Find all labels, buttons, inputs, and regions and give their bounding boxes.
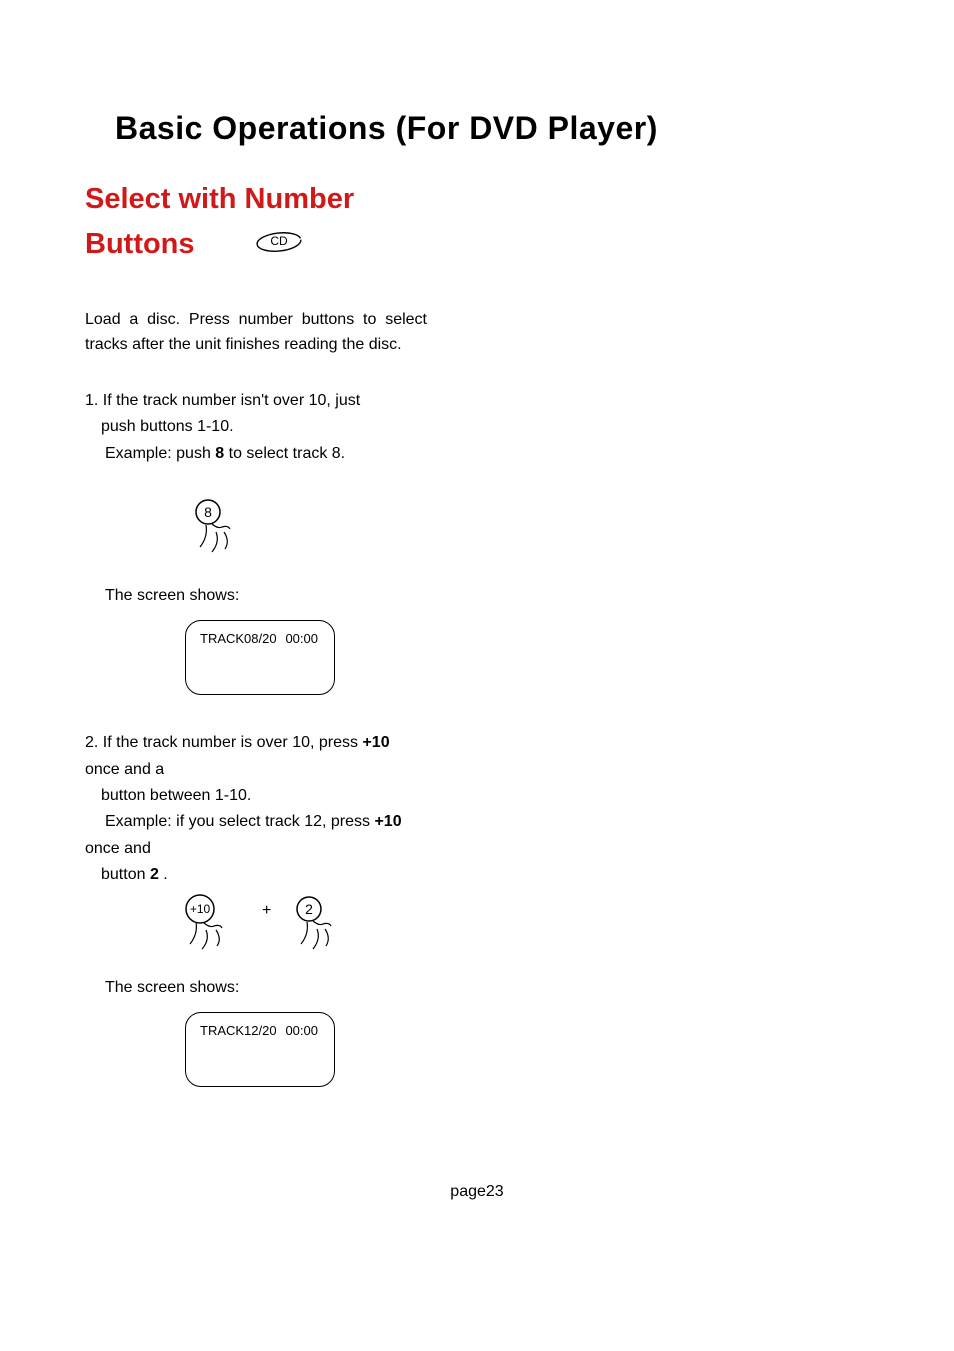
step2-display: TRACK12/20 00:00 [185, 1012, 335, 1087]
cd-badge-icon: CD [254, 231, 304, 258]
step2-line3a: Example: if you select track 12, press [105, 813, 374, 830]
intro-text: Load a disc. Press number buttons to sel… [85, 307, 427, 358]
step2-display-left: TRACK12/20 [200, 1023, 277, 1038]
step1-display: TRACK08/20 00:00 [185, 620, 335, 695]
step1-line1: 1. If the track number isn't over 10, ju… [85, 392, 360, 409]
step2-line4b: 2 [150, 866, 159, 883]
step2-display-right: 00:00 [285, 1023, 318, 1038]
section-title-line1: Select with Number [85, 183, 354, 215]
step2-line1a: 2. If the track number is over 10, press [85, 734, 362, 751]
step2-line3b: +10 [374, 813, 401, 830]
step2-line4a: button [101, 866, 150, 883]
button-row-graphic: +10 + 2 [182, 894, 869, 954]
section-title-line2: Buttons [85, 228, 195, 260]
step1-line3c: to select track 8. [224, 445, 345, 462]
step2-line1c: once and a [85, 761, 164, 778]
button-2-icon: 2 [291, 894, 351, 954]
button-plus10-icon: +10 [182, 894, 242, 954]
step1-line3a: Example: push [105, 445, 215, 462]
step1-line2: push buttons 1-10. [85, 414, 427, 440]
svg-text:CD: CD [270, 234, 288, 248]
svg-text:2: 2 [305, 901, 313, 917]
page-number: page23 [0, 1183, 954, 1201]
step1-display-right: 00:00 [285, 631, 318, 646]
step2-line4c: . [159, 866, 168, 883]
step-2: 2. If the track number is over 10, press… [85, 730, 427, 888]
step1-screen-shows: The screen shows: [105, 587, 869, 605]
step2-screen-shows: The screen shows: [105, 979, 869, 997]
step1-line3: Example: push 8 to select track 8. [85, 441, 427, 467]
step1-display-left: TRACK08/20 [200, 631, 277, 646]
svg-text:+10: +10 [190, 902, 211, 916]
svg-text:8: 8 [204, 504, 212, 520]
chapter-title: Basic Operations (For DVD Player) [115, 110, 869, 147]
step2-line2: button between 1-10. [85, 783, 427, 809]
step2-line4: button 2 . [85, 862, 427, 888]
step-1: 1. If the track number isn't over 10, ju… [85, 388, 427, 467]
step1-line3b: 8 [215, 445, 224, 462]
button-8-graphic: 8 [190, 497, 869, 562]
step2-line1b: +10 [362, 734, 389, 751]
plus-sign: + [262, 902, 271, 920]
step2-line3c: once and [85, 840, 151, 857]
